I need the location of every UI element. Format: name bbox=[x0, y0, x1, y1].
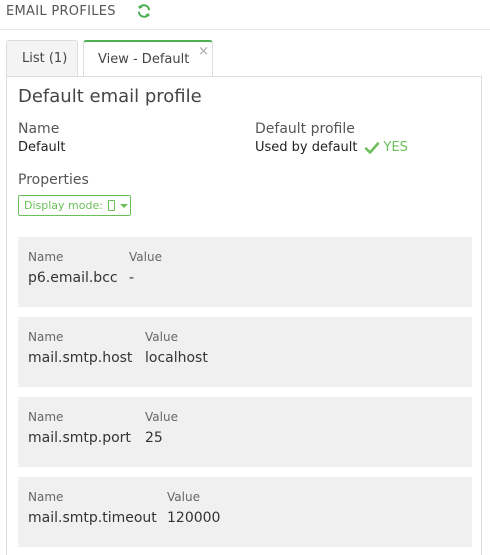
property-card: Name Value p6.email.bcc - bbox=[18, 237, 472, 307]
mobile-phone-icon bbox=[107, 200, 115, 211]
display-mode-dropdown[interactable]: Display mode: bbox=[18, 195, 131, 216]
property-card: Name Value mail.smtp.timeout 120000 bbox=[18, 477, 472, 547]
close-icon[interactable]: × bbox=[198, 45, 209, 58]
property-name-label: Name bbox=[28, 330, 64, 344]
property-card: Name Value mail.smtp.port 25 bbox=[18, 397, 472, 467]
property-value-label: Value bbox=[145, 330, 178, 344]
caret-down-icon bbox=[119, 203, 128, 208]
property-value-label: Value bbox=[129, 250, 162, 264]
profile-panel: Default email profile Name Default Defau… bbox=[6, 76, 482, 555]
tab-view-default[interactable]: View - Default × bbox=[83, 40, 213, 77]
property-card: Name Value mail.smtp.host localhost bbox=[18, 317, 472, 387]
page-header: EMAIL PROFILES bbox=[0, 0, 490, 30]
property-value: 25 bbox=[145, 430, 163, 446]
property-name-label: Name bbox=[28, 250, 64, 264]
property-name: mail.smtp.port bbox=[28, 430, 131, 446]
default-profile-value: Used by default YES bbox=[255, 140, 408, 155]
property-name: p6.email.bcc bbox=[28, 270, 118, 286]
properties-label: Properties bbox=[18, 172, 89, 188]
property-name: mail.smtp.timeout bbox=[28, 510, 157, 526]
name-label: Name bbox=[18, 121, 60, 137]
name-value: Default bbox=[18, 140, 66, 155]
property-name-label: Name bbox=[28, 490, 64, 504]
used-by-default-text: Used by default bbox=[255, 140, 358, 155]
property-value-label: Value bbox=[167, 490, 200, 504]
property-value-label: Value bbox=[145, 410, 178, 424]
property-name-label: Name bbox=[28, 410, 64, 424]
page-title: EMAIL PROFILES bbox=[6, 4, 116, 19]
display-mode-label: Display mode: bbox=[24, 199, 103, 212]
refresh-icon[interactable] bbox=[136, 3, 152, 19]
default-yes-flag: YES bbox=[383, 140, 408, 155]
tab-list-label: List (1) bbox=[22, 51, 68, 66]
property-name: mail.smtp.host bbox=[28, 350, 133, 366]
property-value: localhost bbox=[145, 350, 208, 366]
profile-title: Default email profile bbox=[18, 86, 202, 107]
tab-list[interactable]: List (1) bbox=[6, 40, 78, 76]
property-value: 120000 bbox=[167, 510, 221, 526]
tab-view-label: View - Default bbox=[98, 52, 190, 67]
property-value: - bbox=[129, 270, 135, 286]
default-profile-label: Default profile bbox=[255, 121, 355, 137]
check-icon bbox=[364, 141, 379, 154]
